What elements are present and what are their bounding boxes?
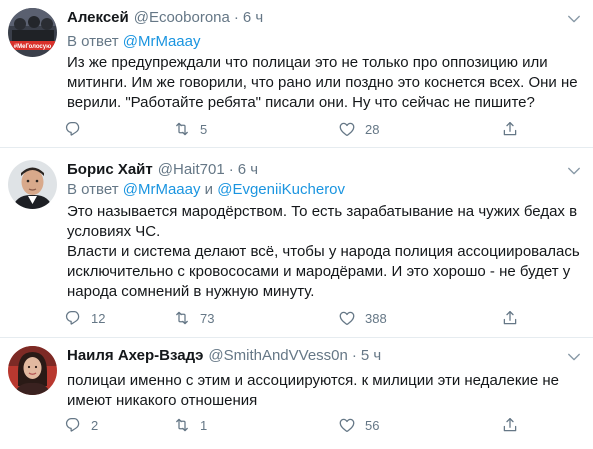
retweet-button[interactable]: 5 (173, 118, 207, 140)
retweet-count: 73 (200, 310, 215, 326)
chevron-down-icon[interactable] (565, 348, 583, 366)
share-icon (503, 310, 517, 325)
author-name[interactable]: Алексей (67, 9, 129, 26)
separator-dot: · (351, 347, 357, 364)
retweet-button[interactable]: 73 (173, 307, 214, 329)
author-name[interactable]: Борис Хайт (67, 161, 153, 178)
separator-dot: · (233, 9, 239, 26)
reply-to-line: В ответ @MrMaaay (67, 33, 201, 50)
tweet-paragraph: Власти и система делают всё, чтобы у нар… (67, 243, 580, 300)
retweet-icon (176, 418, 188, 432)
avatar-badge-text: #МеГолосую (14, 44, 51, 50)
tweet-actions: 2 1 56 (64, 414, 544, 436)
heart-icon (339, 122, 355, 137)
tweet-time[interactable]: 6 ч (243, 9, 263, 26)
retweet-icon (176, 311, 188, 325)
reply-count: 2 (91, 417, 99, 433)
tweet-time[interactable]: 6 ч (238, 161, 258, 178)
reply-icon (65, 417, 80, 432)
avatar[interactable] (8, 346, 57, 395)
reply-button[interactable]: 12 (64, 307, 105, 329)
tweet-time[interactable]: 5 ч (361, 347, 381, 364)
like-button[interactable]: 28 (338, 118, 379, 140)
reply-mention[interactable]: @MrMaaay (123, 181, 201, 198)
tweet[interactable]: Наиля Ахер-Взадэ @SmithAndVVess0n · 5 ч … (0, 338, 593, 449)
tweet-paragraph: Из же предупреждали что полицаи это не т… (67, 54, 578, 111)
tweet-header: Борис Хайт @Hait701 · 6 ч (67, 161, 258, 181)
share-button[interactable] (501, 307, 519, 329)
author-handle[interactable]: @Ecooborona (134, 9, 230, 26)
tweet-paragraph: полицаи именно с этим и ассоциируются. к… (67, 372, 559, 409)
retweet-count: 1 (200, 417, 208, 433)
like-count: 28 (365, 121, 380, 137)
tweet-paragraph: Это называется мародёрством. То есть зар… (67, 203, 578, 240)
tweet-header: Наиля Ахер-Взадэ @SmithAndVVess0n · 5 ч (67, 347, 381, 367)
reply-mention[interactable]: @EvgeniiKucherov (217, 181, 345, 198)
tweet-header: Алексей @Ecooborona · 6 ч (67, 9, 263, 29)
chevron-down-icon[interactable] (565, 10, 583, 28)
reply-icon (65, 121, 80, 136)
share-button[interactable] (501, 118, 519, 140)
author-handle[interactable]: @SmithAndVVess0n (208, 347, 347, 364)
retweet-count: 5 (200, 121, 208, 137)
reply-to-line: В ответ @MrMaaay и @EvgeniiKucherov (67, 181, 345, 198)
author-name[interactable]: Наиля Ахер-Взадэ (67, 347, 203, 364)
separator-dot: · (228, 161, 234, 178)
reply-mention[interactable]: @MrMaaay (123, 33, 201, 50)
tweet-text: Из же предупреждали что полицаи это не т… (67, 53, 585, 113)
chevron-down-icon[interactable] (565, 162, 583, 180)
heart-icon (339, 311, 355, 326)
avatar[interactable] (8, 160, 57, 209)
retweet-icon (176, 122, 188, 136)
like-button[interactable]: 388 (338, 307, 387, 329)
tweet[interactable]: #МеГолосую Алексей @Ecooborona · 6 ч В о… (0, 0, 593, 148)
tweet-text: Это называется мародёрством. То есть зар… (67, 202, 585, 302)
tweet[interactable]: Борис Хайт @Hait701 · 6 ч В ответ @MrMaa… (0, 148, 593, 338)
like-count: 388 (365, 310, 387, 326)
share-icon (503, 417, 517, 432)
reply-icon (65, 310, 80, 325)
retweet-button[interactable]: 1 (173, 414, 207, 436)
reply-count: 12 (91, 310, 106, 326)
reply-prefix: В ответ (67, 181, 119, 198)
heart-icon (339, 418, 355, 433)
tweet-actions: 12 73 388 (64, 307, 544, 329)
reply-button[interactable]: 2 (64, 414, 98, 436)
reply-prefix: В ответ (67, 33, 119, 50)
like-button[interactable]: 56 (338, 414, 379, 436)
reply-button[interactable] (64, 118, 91, 140)
author-handle[interactable]: @Hait701 (158, 161, 225, 178)
avatar[interactable]: #МеГолосую (8, 8, 57, 57)
tweet-actions: 5 28 (64, 118, 544, 140)
share-button[interactable] (501, 414, 519, 436)
reply-conjunction: и (204, 181, 214, 198)
tweet-text: полицаи именно с этим и ассоциируются. к… (67, 371, 585, 411)
share-icon (503, 121, 517, 136)
like-count: 56 (365, 417, 380, 433)
